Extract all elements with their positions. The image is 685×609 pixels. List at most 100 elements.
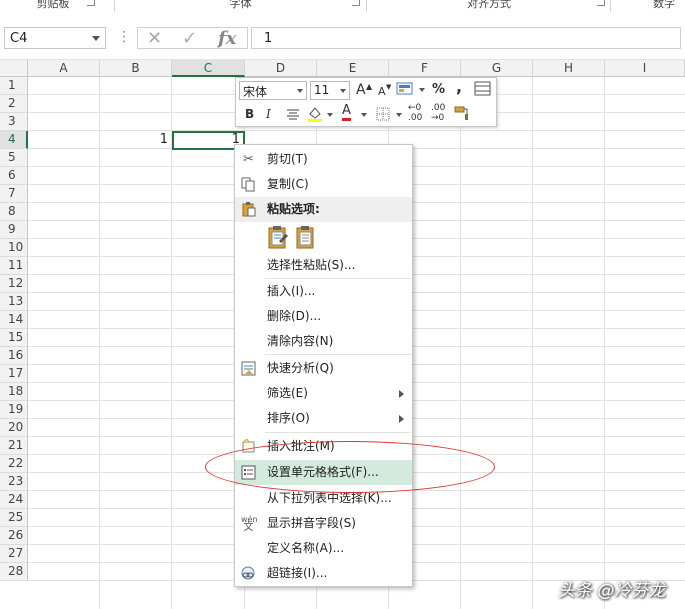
- ribbon-group-label: 对齐方式: [467, 0, 511, 10]
- menu-item-cut[interactable]: ✂ 剪切(T): [235, 147, 412, 172]
- row-header-10[interactable]: 10: [0, 239, 28, 257]
- more-options-icon[interactable]: ⋮: [117, 29, 131, 45]
- row-header-14[interactable]: 14: [0, 311, 28, 329]
- align-center-icon[interactable]: [286, 107, 300, 121]
- menu-item-insert[interactable]: 插入(I)...: [235, 279, 412, 304]
- row-header-7[interactable]: 7: [0, 185, 28, 203]
- formula-input[interactable]: 1: [251, 27, 681, 49]
- row-header-3[interactable]: 3: [0, 113, 28, 131]
- chevron-down-icon[interactable]: [396, 113, 402, 117]
- row-header-19[interactable]: 19: [0, 401, 28, 419]
- enter-icon[interactable]: ✓: [182, 28, 197, 50]
- fill-color-icon[interactable]: [307, 105, 323, 123]
- row-header-23[interactable]: 23: [0, 473, 28, 491]
- shrink-font-icon[interactable]: A: [378, 83, 386, 101]
- ribbon-group-font: 字体: [118, 0, 363, 11]
- paste-values-icon[interactable]: [295, 225, 317, 251]
- row-header-27[interactable]: 27: [0, 545, 28, 563]
- chevron-down-icon: [297, 89, 303, 93]
- row-header-12[interactable]: 12: [0, 275, 28, 293]
- row-header-20[interactable]: 20: [0, 419, 28, 437]
- row-header-6[interactable]: 6: [0, 167, 28, 185]
- chevron-down-icon[interactable]: [419, 88, 425, 92]
- column-header-d[interactable]: D: [245, 60, 317, 77]
- italic-button[interactable]: I: [266, 105, 271, 123]
- font-color-icon[interactable]: A: [342, 103, 351, 121]
- menu-item-paste-special[interactable]: 选择性粘贴(S)...: [235, 253, 412, 278]
- column-header-g[interactable]: G: [461, 60, 533, 77]
- menu-item-delete[interactable]: 删除(D)...: [235, 304, 412, 329]
- insert-function-icon[interactable]: fx: [218, 28, 236, 50]
- menu-item-define-name[interactable]: 定义名称(A)...: [235, 536, 412, 561]
- row-header-15[interactable]: 15: [0, 329, 28, 347]
- ribbon-group-clipboard: 剪贴板: [8, 0, 98, 11]
- menu-item-sort[interactable]: 排序(O): [235, 406, 412, 431]
- menu-item-filter[interactable]: 筛选(E): [235, 381, 412, 406]
- phonetic-icon: wén 文: [241, 516, 258, 533]
- dialog-launcher-icon[interactable]: [352, 0, 360, 6]
- menu-item-label: 排序(O): [267, 411, 310, 425]
- row-header-5[interactable]: 5: [0, 149, 28, 167]
- row-header-26[interactable]: 26: [0, 527, 28, 545]
- menu-item-quick-analysis[interactable]: 快速分析(Q): [235, 356, 412, 381]
- row-header-16[interactable]: 16: [0, 347, 28, 365]
- row-header-9[interactable]: 9: [0, 221, 28, 239]
- row-header-28[interactable]: 28: [0, 563, 28, 581]
- column-header-h[interactable]: H: [533, 60, 605, 77]
- cancel-icon[interactable]: ✕: [147, 28, 162, 50]
- chevron-down-icon[interactable]: [92, 36, 100, 41]
- dialog-launcher-icon[interactable]: [87, 0, 95, 6]
- menu-item-hyperlink[interactable]: 超链接(I)...: [235, 561, 412, 586]
- bold-button[interactable]: B: [245, 105, 254, 123]
- row-header-2[interactable]: 2: [0, 95, 28, 113]
- menu-item-label: 显示拼音字段(S): [267, 516, 356, 530]
- increase-decimal-label: .00: [408, 113, 423, 123]
- format-painter-icon[interactable]: [454, 105, 470, 121]
- number-format-icon[interactable]: [396, 81, 414, 96]
- borders-icon[interactable]: [376, 107, 390, 121]
- name-box[interactable]: C4: [4, 27, 106, 49]
- increase-decimal-icon[interactable]: ←0.00: [408, 103, 422, 123]
- decrease-decimal-icon[interactable]: .00 →0: [431, 103, 445, 123]
- row-header-4[interactable]: 4: [0, 131, 28, 149]
- percent-style-icon[interactable]: %: [432, 81, 445, 99]
- paste-formulas-icon[interactable]: [267, 225, 289, 251]
- row-header-8[interactable]: 8: [0, 203, 28, 221]
- column-header-b[interactable]: B: [100, 60, 172, 77]
- dialog-launcher-icon[interactable]: [597, 0, 605, 6]
- font-name-select[interactable]: 宋体: [239, 81, 307, 100]
- font-size-select[interactable]: 11: [310, 81, 350, 100]
- menu-item-show-phonetic[interactable]: wén 文 显示拼音字段(S): [235, 511, 412, 536]
- merge-center-icon[interactable]: [474, 81, 491, 96]
- column-header-c[interactable]: C: [172, 60, 245, 77]
- chevron-down-icon[interactable]: [361, 113, 367, 117]
- row-header-22[interactable]: 22: [0, 455, 28, 473]
- menu-item-label: 插入(I)...: [267, 284, 316, 298]
- cell-B4[interactable]: 1: [100, 131, 168, 148]
- row-header-11[interactable]: 11: [0, 257, 28, 275]
- scissors-icon: ✂: [243, 152, 254, 167]
- column-header-f[interactable]: F: [389, 60, 461, 77]
- column-header-e[interactable]: E: [317, 60, 389, 77]
- select-all-corner[interactable]: [0, 60, 28, 77]
- chevron-down-icon[interactable]: [327, 113, 333, 117]
- column-header-i[interactable]: I: [605, 60, 685, 77]
- grow-font-arrow-icon: ▲: [366, 82, 373, 91]
- menu-item-label: 超链接(I)...: [267, 566, 328, 580]
- row-header-18[interactable]: 18: [0, 383, 28, 401]
- shrink-font-arrow-icon: ▼: [386, 83, 392, 91]
- column-header-a[interactable]: A: [28, 60, 100, 77]
- ribbon-group-label: 剪贴板: [36, 0, 70, 10]
- grow-font-icon[interactable]: A: [356, 81, 366, 99]
- row-header-25[interactable]: 25: [0, 509, 28, 527]
- row-header-1[interactable]: 1: [0, 77, 28, 95]
- menu-item-label: 选择性粘贴(S)...: [267, 258, 356, 272]
- row-header-24[interactable]: 24: [0, 491, 28, 509]
- comma-style-icon[interactable]: ,: [456, 78, 462, 96]
- row-header-21[interactable]: 21: [0, 437, 28, 455]
- row-header-13[interactable]: 13: [0, 293, 28, 311]
- menu-item-copy[interactable]: 复制(C): [235, 172, 412, 197]
- column-gridline: [532, 77, 533, 609]
- menu-item-clear-contents[interactable]: 清除内容(N): [235, 329, 412, 354]
- row-header-17[interactable]: 17: [0, 365, 28, 383]
